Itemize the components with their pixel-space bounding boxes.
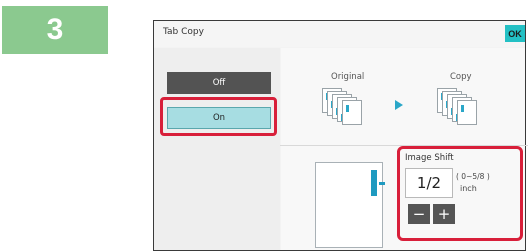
- on-button[interactable]: On: [167, 107, 271, 129]
- copy-label: Copy: [450, 72, 472, 82]
- image-shift-label: Image Shift: [405, 153, 454, 163]
- ok-button[interactable]: OK: [505, 25, 525, 42]
- title-bar: Tab Copy OK: [154, 21, 525, 47]
- image-shift-unit: inch: [460, 184, 477, 193]
- image-shift-range: ( 0~5/8 ): [456, 172, 490, 181]
- tab-position-bar: [371, 170, 377, 196]
- shift-indicator: [379, 182, 385, 185]
- increase-button[interactable]: +: [433, 204, 455, 224]
- off-button[interactable]: Off: [167, 72, 271, 94]
- copy-pages-icon: [437, 88, 477, 125]
- original-label: Original: [331, 72, 365, 82]
- image-shift-value-field[interactable]: 1/2: [405, 168, 453, 198]
- arrow-right-icon: [395, 100, 403, 110]
- original-pages-icon: [322, 88, 362, 125]
- decrease-button[interactable]: −: [408, 204, 430, 224]
- dialog-title: Tab Copy: [163, 27, 204, 37]
- step-number-badge: 3: [2, 6, 108, 54]
- mode-selector: Off On: [154, 48, 280, 250]
